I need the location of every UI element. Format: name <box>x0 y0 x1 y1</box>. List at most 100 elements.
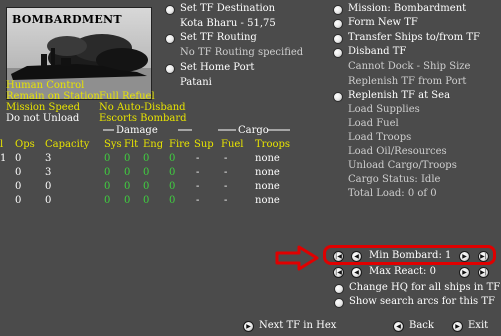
capacity-cell: 0 <box>45 195 52 206</box>
sup-cell: - <box>196 167 200 178</box>
replenish-sea-label[interactable]: Replenish TF at Sea <box>348 90 450 101</box>
flt-cell: 0 <box>124 181 131 192</box>
col-header-l: l <box>0 139 4 150</box>
mission-button[interactable] <box>333 5 343 15</box>
min-bombard-increase-button[interactable]: ▶ <box>459 251 470 262</box>
fuel-cell: - <box>224 153 228 164</box>
ops-cell: 0 <box>15 181 22 192</box>
load-troops-label: Load Troops <box>348 132 412 143</box>
set-home-port-button[interactable] <box>165 64 175 74</box>
min-bombard-last-button[interactable]: ▶| <box>478 251 489 262</box>
home-port-value: Patani <box>180 77 212 88</box>
set-routing-button[interactable] <box>165 34 175 44</box>
min-bombard-decrease-button[interactable]: ◀ <box>351 251 362 262</box>
col-header-capacity: Capacity <box>45 139 90 150</box>
load-oil-label: Load Oil/Resources <box>348 146 447 157</box>
ops-cell: 0 <box>15 195 22 206</box>
sup-cell: - <box>196 181 200 192</box>
show-search-arcs-label[interactable]: Show search arcs for this TF <box>349 296 495 307</box>
transfer-ships-label[interactable]: Transfer Ships to/from TF <box>348 32 480 43</box>
eng-cell: 0 <box>143 195 150 206</box>
destination-value: Kota Bharu - 51,75 <box>180 18 276 29</box>
cargo-group-header: Cargo <box>238 125 269 136</box>
min-bombard-value: Min Bombard: 1 <box>369 250 452 261</box>
exit-label[interactable]: Exit <box>468 320 488 331</box>
set-routing-label[interactable]: Set TF Routing <box>180 32 257 43</box>
back-button[interactable]: ◀ <box>393 321 404 332</box>
replenish-sea-button[interactable] <box>333 92 343 102</box>
fire-cell: 0 <box>169 167 176 178</box>
row-num: 1 <box>0 153 7 164</box>
ops-cell: 0 <box>15 153 22 164</box>
troops-cell: none <box>255 167 280 178</box>
col-header-fire: Fire <box>169 139 190 150</box>
eng-cell: 0 <box>143 181 150 192</box>
sys-cell: 0 <box>104 167 111 178</box>
load-fuel-label: Load Fuel <box>348 118 399 129</box>
sup-cell: - <box>196 195 200 206</box>
fuel-cell: - <box>224 195 228 206</box>
eng-cell: 0 <box>143 167 150 178</box>
total-load-label: Total Load: 0 of 0 <box>348 188 437 199</box>
no-auto-disband-toggle[interactable]: No Auto-Disband <box>99 102 186 113</box>
fuel-cell: - <box>224 167 228 178</box>
troops-cell: none <box>255 153 280 164</box>
troops-cell: none <box>255 181 280 192</box>
change-hq-label[interactable]: Change HQ for all ships in TF <box>349 282 500 293</box>
form-new-tf-label[interactable]: Form New TF <box>348 17 418 28</box>
set-destination-label[interactable]: Set TF Destination <box>180 3 275 14</box>
max-react-first-button[interactable]: |◀ <box>333 267 344 278</box>
capacity-cell: 0 <box>45 181 52 192</box>
max-react-last-button[interactable]: ▶| <box>478 267 489 278</box>
max-react-decrease-button[interactable]: ◀ <box>351 267 362 278</box>
fuel-cell: - <box>224 181 228 192</box>
flt-cell: 0 <box>124 167 131 178</box>
fire-cell: 0 <box>169 181 176 192</box>
next-tf-button[interactable]: ▶ <box>243 321 254 332</box>
mission-speed-toggle[interactable]: Mission Speed <box>6 102 80 113</box>
min-bombard-first-button[interactable]: |◀ <box>333 251 344 262</box>
form-new-tf-button[interactable] <box>333 19 343 29</box>
col-header-fuel: Fuel <box>221 139 244 150</box>
col-header-ops: Ops <box>15 139 35 150</box>
flt-cell: 0 <box>124 153 131 164</box>
col-header-troops: Troops <box>255 139 291 150</box>
cargo-status-label: Cargo Status: Idle <box>348 174 441 185</box>
damage-group-header: Damage <box>116 125 158 136</box>
fire-cell: 0 <box>169 153 176 164</box>
replenish-port-label: Replenish TF from Port <box>348 76 467 87</box>
disband-tf-label[interactable]: Disband TF <box>348 46 406 57</box>
set-destination-button[interactable] <box>165 5 175 15</box>
max-react-value: Max React: 0 <box>369 266 436 277</box>
disband-tf-button[interactable] <box>333 48 343 58</box>
load-supplies-label: Load Supplies <box>348 104 420 115</box>
sys-cell: 0 <box>104 195 111 206</box>
capacity-cell: 3 <box>45 167 52 178</box>
do-not-unload-toggle[interactable]: Do not Unload <box>6 113 79 124</box>
mission-label[interactable]: Mission: Bombardment <box>348 3 466 14</box>
transfer-ships-button[interactable] <box>333 34 343 44</box>
change-hq-button[interactable] <box>334 284 344 294</box>
troops-cell: none <box>255 195 280 206</box>
col-header-sys: Sys <box>104 139 122 150</box>
remain-on-station-toggle[interactable]: Remain on Station <box>6 91 100 102</box>
human-control-toggle[interactable]: Human Control <box>6 80 84 91</box>
eng-cell: 0 <box>143 153 150 164</box>
exit-button[interactable]: ▶ <box>452 321 463 332</box>
col-header-flt: Flt <box>124 139 139 150</box>
cannot-dock-label: Cannot Dock - Ship Size <box>348 61 471 72</box>
show-search-arcs-button[interactable] <box>334 298 344 308</box>
next-tf-label[interactable]: Next TF in Hex <box>259 320 336 331</box>
sys-cell: 0 <box>104 153 111 164</box>
set-home-port-label[interactable]: Set Home Port <box>180 62 254 73</box>
ops-cell: 0 <box>15 167 22 178</box>
max-react-increase-button[interactable]: ▶ <box>459 267 470 278</box>
col-header-sup: Sup <box>194 139 214 150</box>
sup-cell: - <box>196 153 200 164</box>
full-refuel-toggle[interactable]: Full Refuel <box>99 91 155 102</box>
escorts-bombard-toggle[interactable]: Escorts Bombard <box>99 113 187 124</box>
unload-cargo-label: Unload Cargo/Troops <box>348 160 457 171</box>
flt-cell: 0 <box>124 195 131 206</box>
col-header-eng: Eng <box>143 139 164 150</box>
back-label[interactable]: Back <box>409 320 434 331</box>
